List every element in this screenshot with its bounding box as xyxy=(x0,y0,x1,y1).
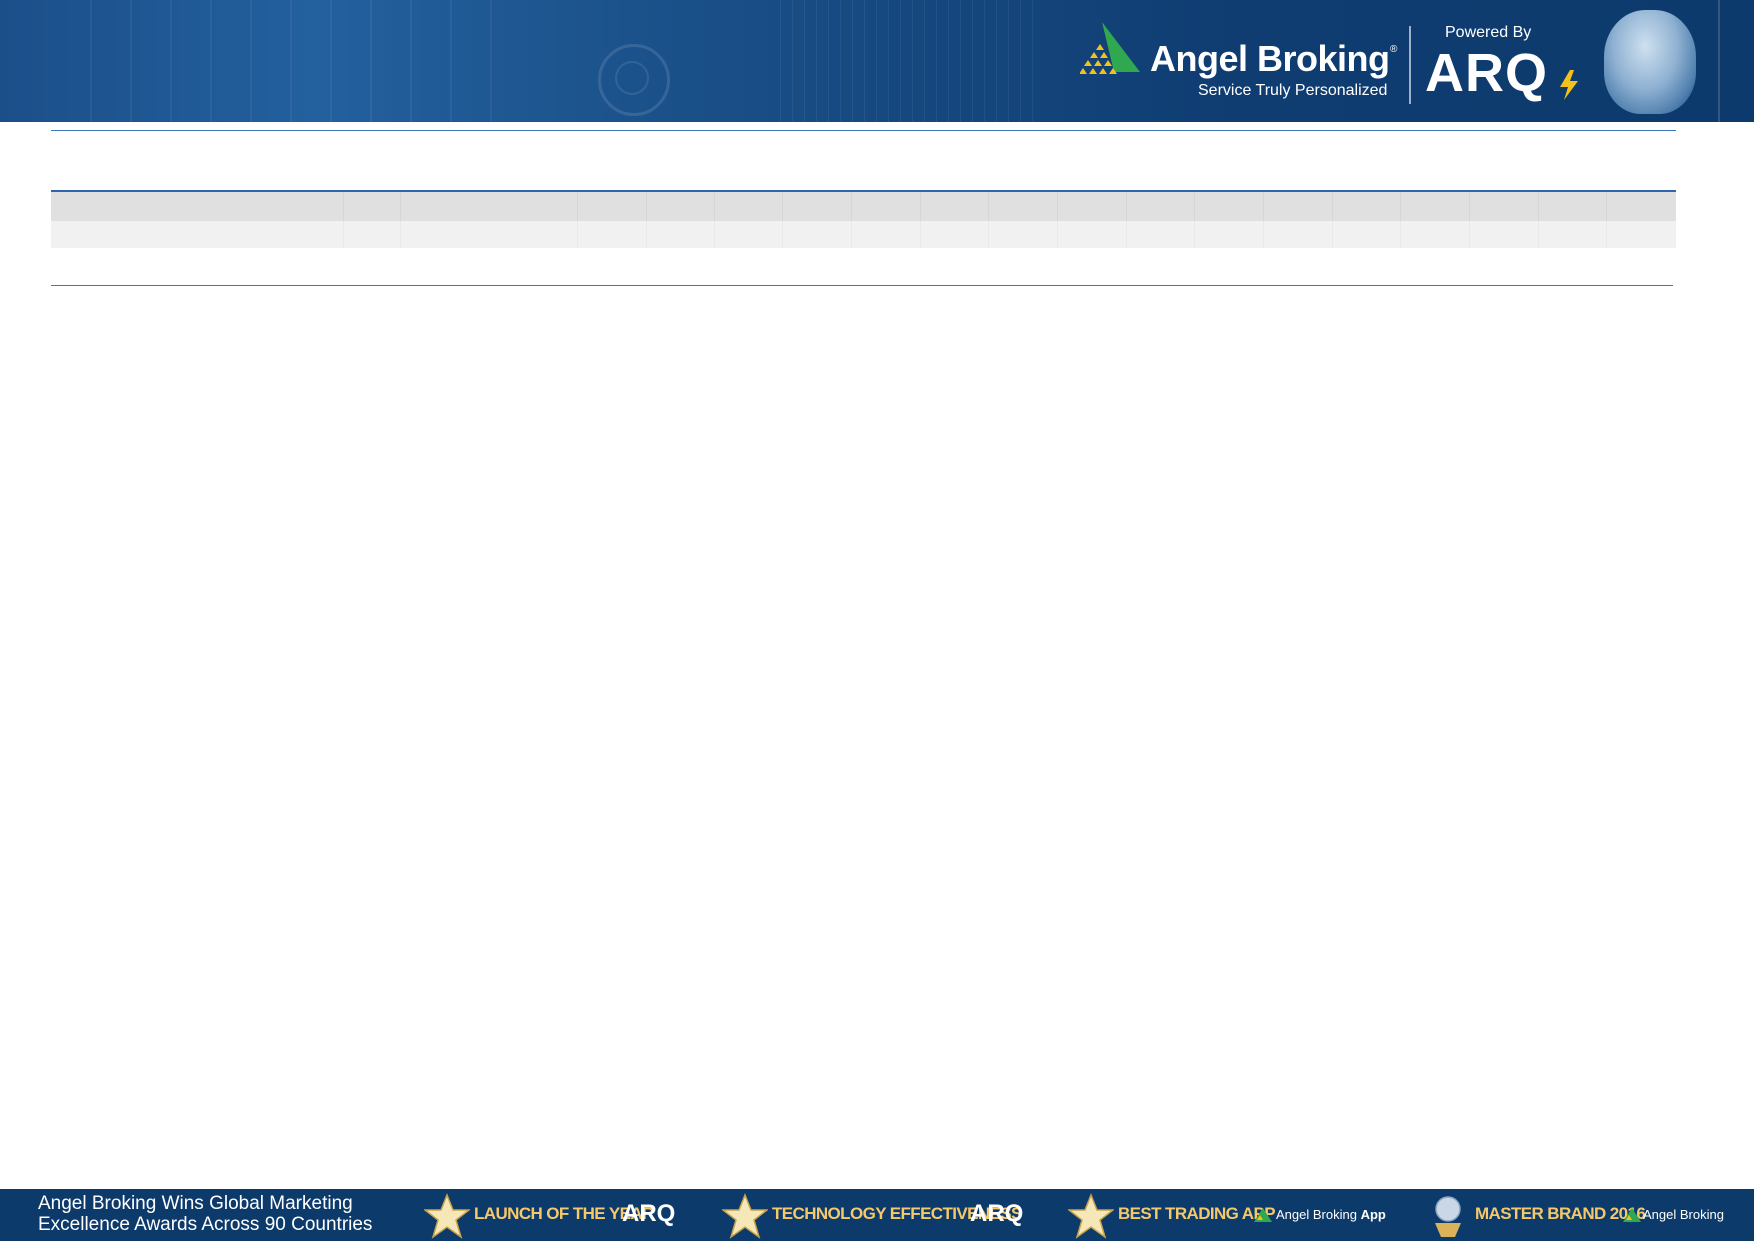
table-row xyxy=(51,221,1676,248)
table-header-cell xyxy=(989,192,1058,221)
table-cell xyxy=(1607,221,1676,248)
table-header-cell xyxy=(344,192,401,221)
footer-banner: Angel Broking Wins Global Marketing Exce… xyxy=(0,1189,1754,1241)
arq-bolt-icon xyxy=(1560,70,1578,100)
table-header-cell xyxy=(51,192,344,221)
footer-title-line: Angel Broking Wins Global Marketing xyxy=(38,1193,353,1214)
header-edge xyxy=(1718,0,1720,122)
table-cell xyxy=(1401,221,1471,248)
table-header-cell xyxy=(1333,192,1402,221)
top-rule xyxy=(51,130,1676,131)
table-header-cell xyxy=(647,192,715,221)
table-header-cell xyxy=(1195,192,1265,221)
globe-trophy-icon xyxy=(1435,1196,1461,1237)
table-cell xyxy=(715,221,784,248)
table-cell xyxy=(1264,221,1333,248)
table-header-cell xyxy=(1607,192,1676,221)
footer-title: Angel Broking Wins Global Marketing Exce… xyxy=(38,1193,372,1235)
award-label: BEST TRADING APP xyxy=(1118,1204,1276,1223)
table-header-cell xyxy=(401,192,579,221)
table-cell xyxy=(852,221,921,248)
table-cell xyxy=(647,221,715,248)
header-divider xyxy=(1409,26,1411,104)
table-cell xyxy=(578,221,647,248)
powered-by-label: Powered By xyxy=(1445,24,1532,41)
banner-decoration xyxy=(780,0,1040,122)
table-header-cell xyxy=(921,192,990,221)
table-cell xyxy=(1333,221,1402,248)
table-cell xyxy=(51,221,344,248)
arq-logo: ARQ xyxy=(1425,43,1548,103)
star-trophy-icon xyxy=(1068,1193,1114,1239)
banner-decoration xyxy=(90,0,510,122)
table-header-cell xyxy=(715,192,784,221)
table-cell xyxy=(783,221,852,248)
star-trophy-icon xyxy=(424,1193,470,1239)
table-cell xyxy=(1195,221,1265,248)
table-cell xyxy=(1539,221,1608,248)
table-cell xyxy=(1127,221,1196,248)
angel-broking-mini-logo-icon xyxy=(1623,1208,1641,1222)
angel-broking-mini-logo-icon xyxy=(1254,1208,1272,1222)
registered-mark: ® xyxy=(1390,44,1398,55)
table-header-cell xyxy=(578,192,647,221)
award-brand: Angel Broking App xyxy=(1276,1207,1386,1222)
table-header-row xyxy=(51,192,1676,221)
award-label: MASTER BRAND 2016 xyxy=(1475,1204,1646,1223)
table-cell xyxy=(921,221,990,248)
table-header-cell xyxy=(783,192,852,221)
award-brand: ARQ xyxy=(622,1200,676,1227)
award-brand: ARQ xyxy=(970,1200,1024,1227)
table-header-cell xyxy=(1470,192,1539,221)
table-header-cell xyxy=(1058,192,1127,221)
banner-decoration xyxy=(615,61,649,95)
award-brand: Angel Broking xyxy=(1643,1207,1724,1222)
robot-head-image xyxy=(1604,10,1696,114)
footer-title-line: Excellence Awards Across 90 Countries xyxy=(38,1214,373,1235)
table-cell xyxy=(1058,221,1127,248)
table-cell xyxy=(344,221,401,248)
brand-name: Angel Broking xyxy=(1150,38,1390,79)
table-cell xyxy=(1470,221,1539,248)
table-header-cell xyxy=(852,192,921,221)
table-header-cell xyxy=(1127,192,1196,221)
brand-tagline: Service Truly Personalized xyxy=(1198,82,1388,99)
table-cell xyxy=(989,221,1058,248)
table-header-cell xyxy=(1401,192,1471,221)
table-cell xyxy=(401,221,579,248)
data-table xyxy=(51,192,1676,248)
header-banner: Angel Broking ® Service Truly Personaliz… xyxy=(0,0,1754,122)
table-header-cell xyxy=(1539,192,1608,221)
angel-broking-logo-icon xyxy=(1080,22,1140,74)
star-trophy-icon xyxy=(722,1193,768,1239)
bottom-rule xyxy=(51,285,1673,286)
table-header-cell xyxy=(1264,192,1333,221)
